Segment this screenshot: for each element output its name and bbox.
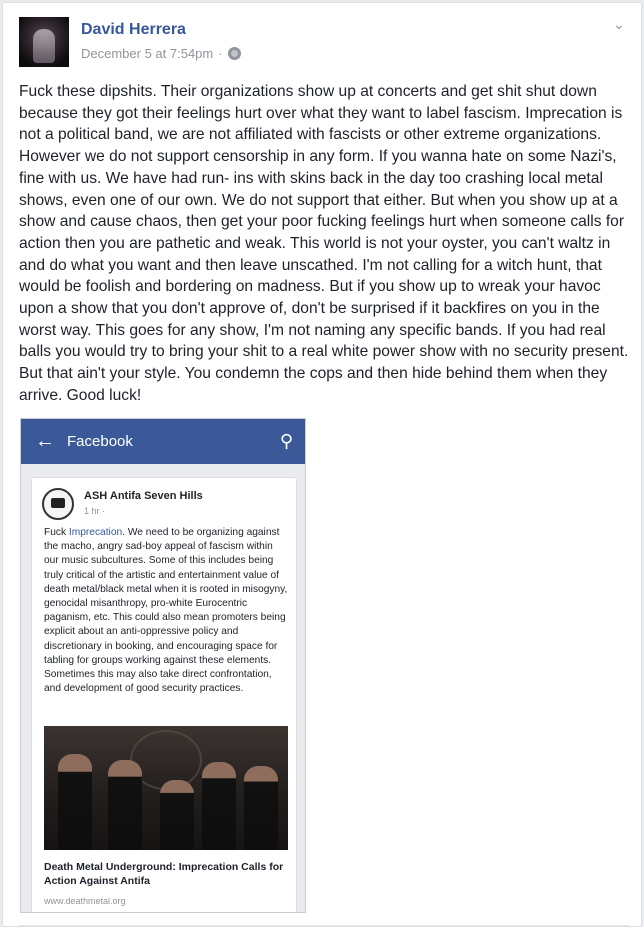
band-member bbox=[108, 760, 142, 850]
band-member bbox=[244, 766, 278, 850]
band-member bbox=[58, 754, 92, 850]
card-text-rest: . We need to be organizing against the m… bbox=[44, 527, 288, 695]
globe-icon[interactable] bbox=[227, 47, 241, 60]
card-text-prefix: Fuck bbox=[44, 527, 69, 538]
attached-screenshot[interactable]: ← Facebook ⚲ ASH Antifa Seven Hills 1 hr… bbox=[20, 418, 306, 913]
meta-separator: · bbox=[218, 46, 223, 61]
post-timestamp[interactable]: December 5 at 7:54pm bbox=[81, 46, 213, 61]
author-avatar[interactable] bbox=[19, 17, 69, 67]
facebook-post: David Herrera December 5 at 7:54pm · ⌄ F… bbox=[2, 2, 642, 927]
post-meta: December 5 at 7:54pm · bbox=[81, 46, 241, 61]
shared-post-card: ASH Antifa Seven Hills 1 hr · Fuck Impre… bbox=[31, 477, 297, 912]
chevron-down-icon[interactable]: ⌄ bbox=[611, 16, 627, 32]
band-photo bbox=[44, 726, 288, 850]
mobile-app-bar: ← Facebook ⚲ bbox=[21, 419, 305, 464]
link-domain: www.deathmetal.org bbox=[44, 896, 126, 906]
author-name[interactable]: David Herrera bbox=[81, 21, 186, 39]
search-icon: ⚲ bbox=[279, 431, 293, 451]
post-body: Fuck these dipshits. Their organizations… bbox=[19, 83, 629, 404]
link-title: Death Metal Underground: Imprecation Cal… bbox=[44, 861, 284, 887]
card-body: Fuck Imprecation. We need to be organizi… bbox=[44, 526, 290, 696]
card-time: 1 hr · bbox=[84, 506, 106, 516]
card-mention: Imprecation bbox=[68, 527, 123, 538]
divider bbox=[19, 925, 629, 926]
band-member bbox=[160, 780, 194, 850]
page-logo bbox=[42, 488, 74, 520]
back-arrow-icon: ← bbox=[35, 430, 55, 452]
band-member bbox=[202, 762, 236, 850]
page-name: ASH Antifa Seven Hills bbox=[84, 490, 203, 502]
app-bar-title: Facebook bbox=[67, 433, 133, 450]
